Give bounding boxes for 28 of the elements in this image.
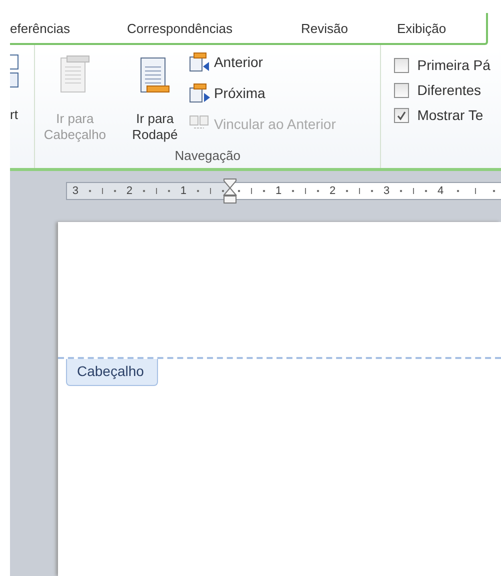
checkbox[interactable] [394,58,410,72]
large-button[interactable]: Ir para Rodapé [122,51,187,148]
ruler-number: 1 [276,185,282,197]
ribbon-tab[interactable]: Correspondências [127,20,301,36]
checkbox-label[interactable]: Mostrar Te [417,107,484,123]
checkbox-label[interactable]: Primeira Pá [417,57,490,73]
indent-marker[interactable] [223,178,237,204]
checkbox[interactable] [394,108,410,122]
ruler-number: 3 [72,185,78,197]
ribbon-tab[interactable]: Exibição [397,20,446,36]
ribbon-tab[interactable]: eferências [10,20,127,36]
small-button[interactable]: Anterior [188,51,336,73]
checkbox-label[interactable]: Diferentes [417,82,482,98]
ruler-number: 1 [180,185,186,197]
previous-section-icon [188,52,211,72]
header-tag: Cabeçalho [66,359,158,386]
ruler-number: 3 [384,185,390,197]
ribbon-tab[interactable]: Revisão [301,20,397,36]
button-label[interactable]: rt [10,107,18,122]
ruler-number: 2 [126,185,132,197]
small-button[interactable]: Próxima [188,82,336,104]
checkbox[interactable] [394,82,410,98]
ruler-number: 2 [330,185,336,197]
group-label: Navegação [174,148,240,163]
document-icon [138,55,172,95]
document-icon [58,55,92,95]
ruler-number: 4 [438,185,444,197]
next-section-icon [188,83,211,103]
